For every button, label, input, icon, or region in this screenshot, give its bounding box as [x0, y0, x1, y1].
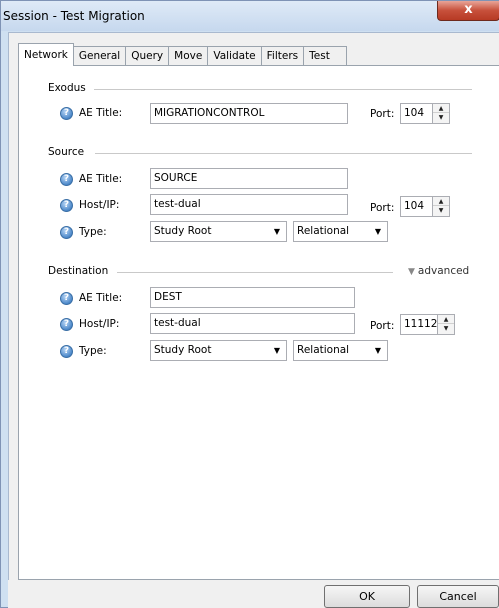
- source-type-label: Type:: [79, 226, 107, 238]
- destination-port-value: 11112: [404, 318, 438, 330]
- source-host-input[interactable]: test-dual: [150, 194, 348, 215]
- arrow-up-icon[interactable]: ▲: [433, 197, 449, 206]
- help-icon[interactable]: ?: [60, 318, 73, 331]
- destination-type-select[interactable]: Study Root ▼: [150, 340, 287, 361]
- source-model-value: Relational: [297, 225, 350, 237]
- destination-type-value: Study Root: [154, 344, 212, 356]
- tab-validate[interactable]: Validate: [208, 46, 262, 66]
- source-host-label: Host/IP:: [79, 199, 120, 211]
- destination-port-stepper[interactable]: 11112 ▲ ▼: [400, 314, 455, 335]
- help-icon[interactable]: ?: [60, 173, 73, 186]
- exodus-divider: [94, 89, 472, 90]
- exodus-section-title: Exodus: [48, 82, 90, 94]
- close-button[interactable]: x: [437, 1, 499, 21]
- tab-general[interactable]: General: [73, 46, 127, 66]
- arrow-down-icon[interactable]: ▼: [433, 206, 449, 215]
- destination-model-select[interactable]: Relational ▼: [293, 340, 388, 361]
- source-model-select[interactable]: Relational ▼: [293, 221, 388, 242]
- ok-button[interactable]: OK: [324, 585, 410, 608]
- source-ae-title-label: AE Title:: [79, 173, 123, 185]
- chevron-down-icon: ▼: [273, 227, 280, 236]
- help-icon[interactable]: ?: [60, 292, 73, 305]
- source-type-value: Study Root: [154, 225, 212, 237]
- arrow-up-icon[interactable]: ▲: [433, 104, 449, 113]
- cancel-button[interactable]: Cancel: [417, 585, 499, 608]
- destination-host-label: Host/IP:: [79, 318, 120, 330]
- arrow-down-icon[interactable]: ▼: [438, 324, 454, 333]
- help-icon[interactable]: ?: [60, 107, 73, 120]
- destination-ae-title-label: AE Title:: [79, 292, 123, 304]
- exodus-port-stepper[interactable]: 104 ▲ ▼: [400, 103, 450, 124]
- arrow-down-icon[interactable]: ▼: [433, 113, 449, 122]
- tab-filters[interactable]: Filters: [261, 46, 305, 66]
- tab-move[interactable]: Move: [169, 46, 209, 66]
- chevron-down-icon: ▼: [273, 346, 280, 355]
- chevron-down-icon: ▼: [374, 227, 381, 236]
- chevron-down-icon: ▼: [408, 267, 415, 277]
- source-section-title: Source: [48, 146, 89, 158]
- advanced-toggle[interactable]: ▼ advanced: [408, 265, 469, 277]
- destination-divider: [117, 272, 393, 273]
- chevron-down-icon: ▼: [374, 346, 381, 355]
- arrow-up-icon[interactable]: ▲: [438, 315, 454, 324]
- advanced-label: advanced: [417, 265, 470, 277]
- destination-model-value: Relational: [297, 344, 350, 356]
- spinner-buttons: ▲ ▼: [432, 104, 449, 123]
- spinner-buttons: ▲ ▼: [437, 315, 454, 334]
- tab-test[interactable]: Test: [304, 46, 347, 66]
- source-port-stepper[interactable]: 104 ▲ ▼: [400, 196, 450, 217]
- destination-ae-title-input[interactable]: DEST: [150, 287, 355, 308]
- source-ae-title-input[interactable]: SOURCE: [150, 168, 348, 189]
- source-divider: [95, 153, 472, 154]
- spinner-buttons: ▲ ▼: [432, 197, 449, 216]
- source-port-label: Port:: [370, 202, 395, 214]
- tab-network[interactable]: Network: [18, 43, 74, 66]
- tab-query[interactable]: Query: [126, 46, 170, 66]
- title-bar[interactable]: Session - Test Migration x: [1, 1, 499, 31]
- destination-host-input[interactable]: test-dual: [150, 313, 355, 334]
- exodus-port-label: Port:: [370, 108, 395, 120]
- exodus-port-value: 104: [404, 107, 425, 119]
- destination-port-label: Port:: [370, 320, 395, 332]
- destination-section-title: Destination: [48, 265, 113, 277]
- tab-strip: Network General Query Move Validate Filt…: [18, 43, 347, 66]
- window-title: Session - Test Migration: [3, 9, 145, 23]
- help-icon[interactable]: ?: [60, 226, 73, 239]
- help-icon[interactable]: ?: [60, 345, 73, 358]
- destination-type-label: Type:: [79, 345, 107, 357]
- source-port-value: 104: [404, 200, 425, 212]
- help-icon[interactable]: ?: [60, 199, 73, 212]
- close-icon: x: [464, 2, 473, 17]
- exodus-ae-title-label: AE Title:: [79, 107, 123, 119]
- exodus-ae-title-input[interactable]: MIGRATIONCONTROL: [150, 103, 348, 124]
- source-type-select[interactable]: Study Root ▼: [150, 221, 287, 242]
